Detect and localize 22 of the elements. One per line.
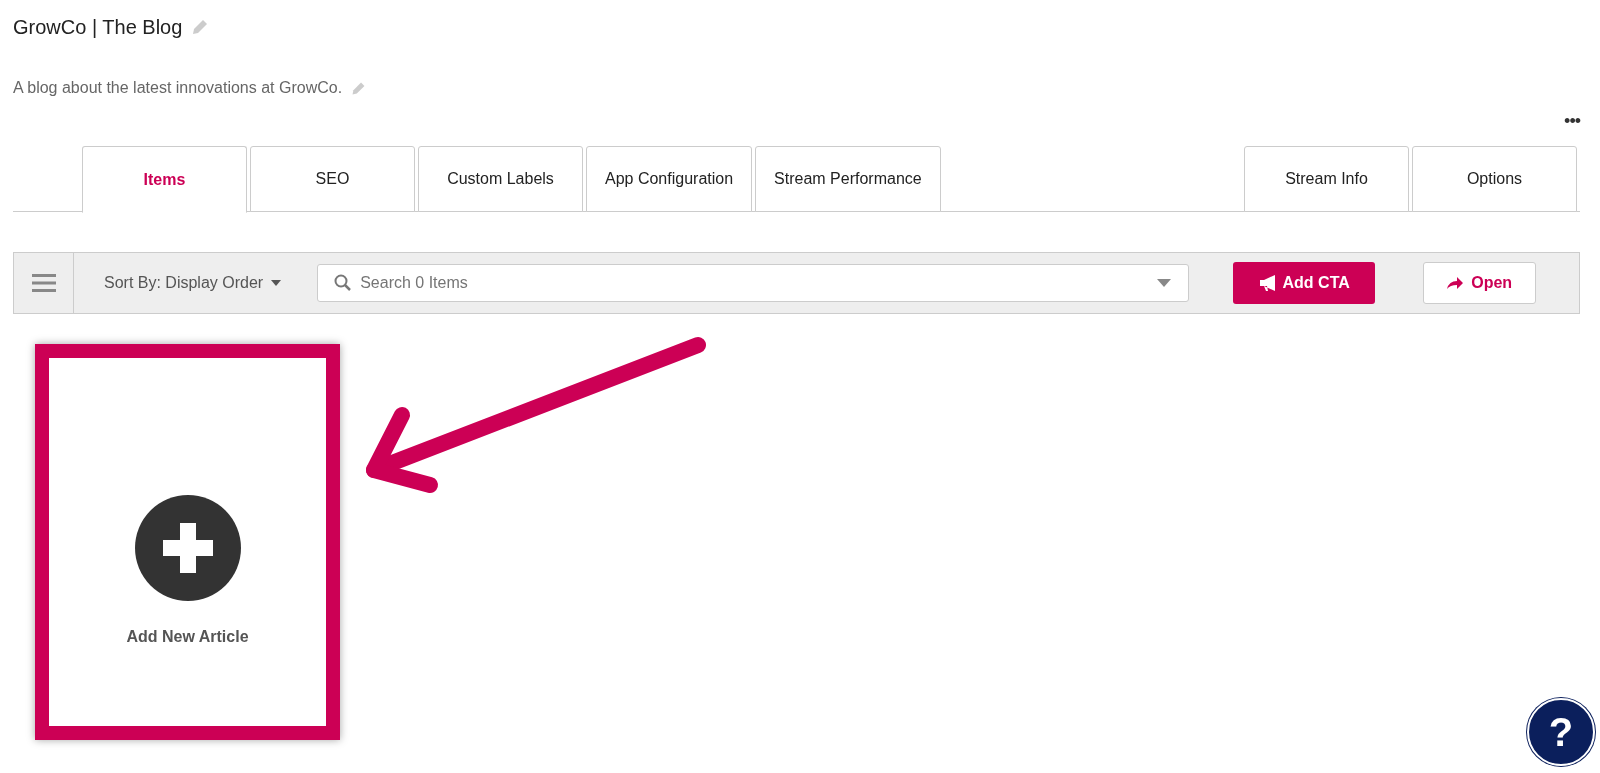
- tab[interactable]: Options: [1412, 146, 1577, 212]
- tab[interactable]: Custom Labels: [418, 146, 583, 212]
- search-icon: [334, 274, 352, 291]
- blog-description: A blog about the latest innovations at GrowCo.: [13, 78, 343, 98]
- tab[interactable]: Items: [82, 146, 247, 213]
- blog-title: GrowCo | The Blog: [13, 15, 183, 40]
- plus-circle-icon: [134, 495, 241, 601]
- help-button[interactable]: ?: [1527, 698, 1595, 766]
- tab[interactable]: App Configuration: [586, 146, 753, 212]
- tab[interactable]: SEO: [250, 146, 415, 212]
- share-arrow-icon: [1447, 277, 1464, 289]
- add-cta-button[interactable]: Add CTA: [1233, 262, 1376, 304]
- tab[interactable]: Stream Info: [1244, 146, 1409, 212]
- search-field[interactable]: Search 0 Items: [317, 264, 1190, 302]
- sort-dropdown[interactable]: Sort By: Display Order: [98, 253, 288, 313]
- menu-icon[interactable]: [31, 273, 56, 293]
- caret-icon: [271, 280, 282, 286]
- open-button[interactable]: Open: [1423, 262, 1537, 304]
- add-article-card[interactable]: Add New Article: [35, 344, 340, 740]
- caret-icon[interactable]: [1157, 279, 1172, 287]
- more-options-menu[interactable]: •••: [1564, 112, 1580, 130]
- tab[interactable]: Stream Performance: [755, 146, 941, 212]
